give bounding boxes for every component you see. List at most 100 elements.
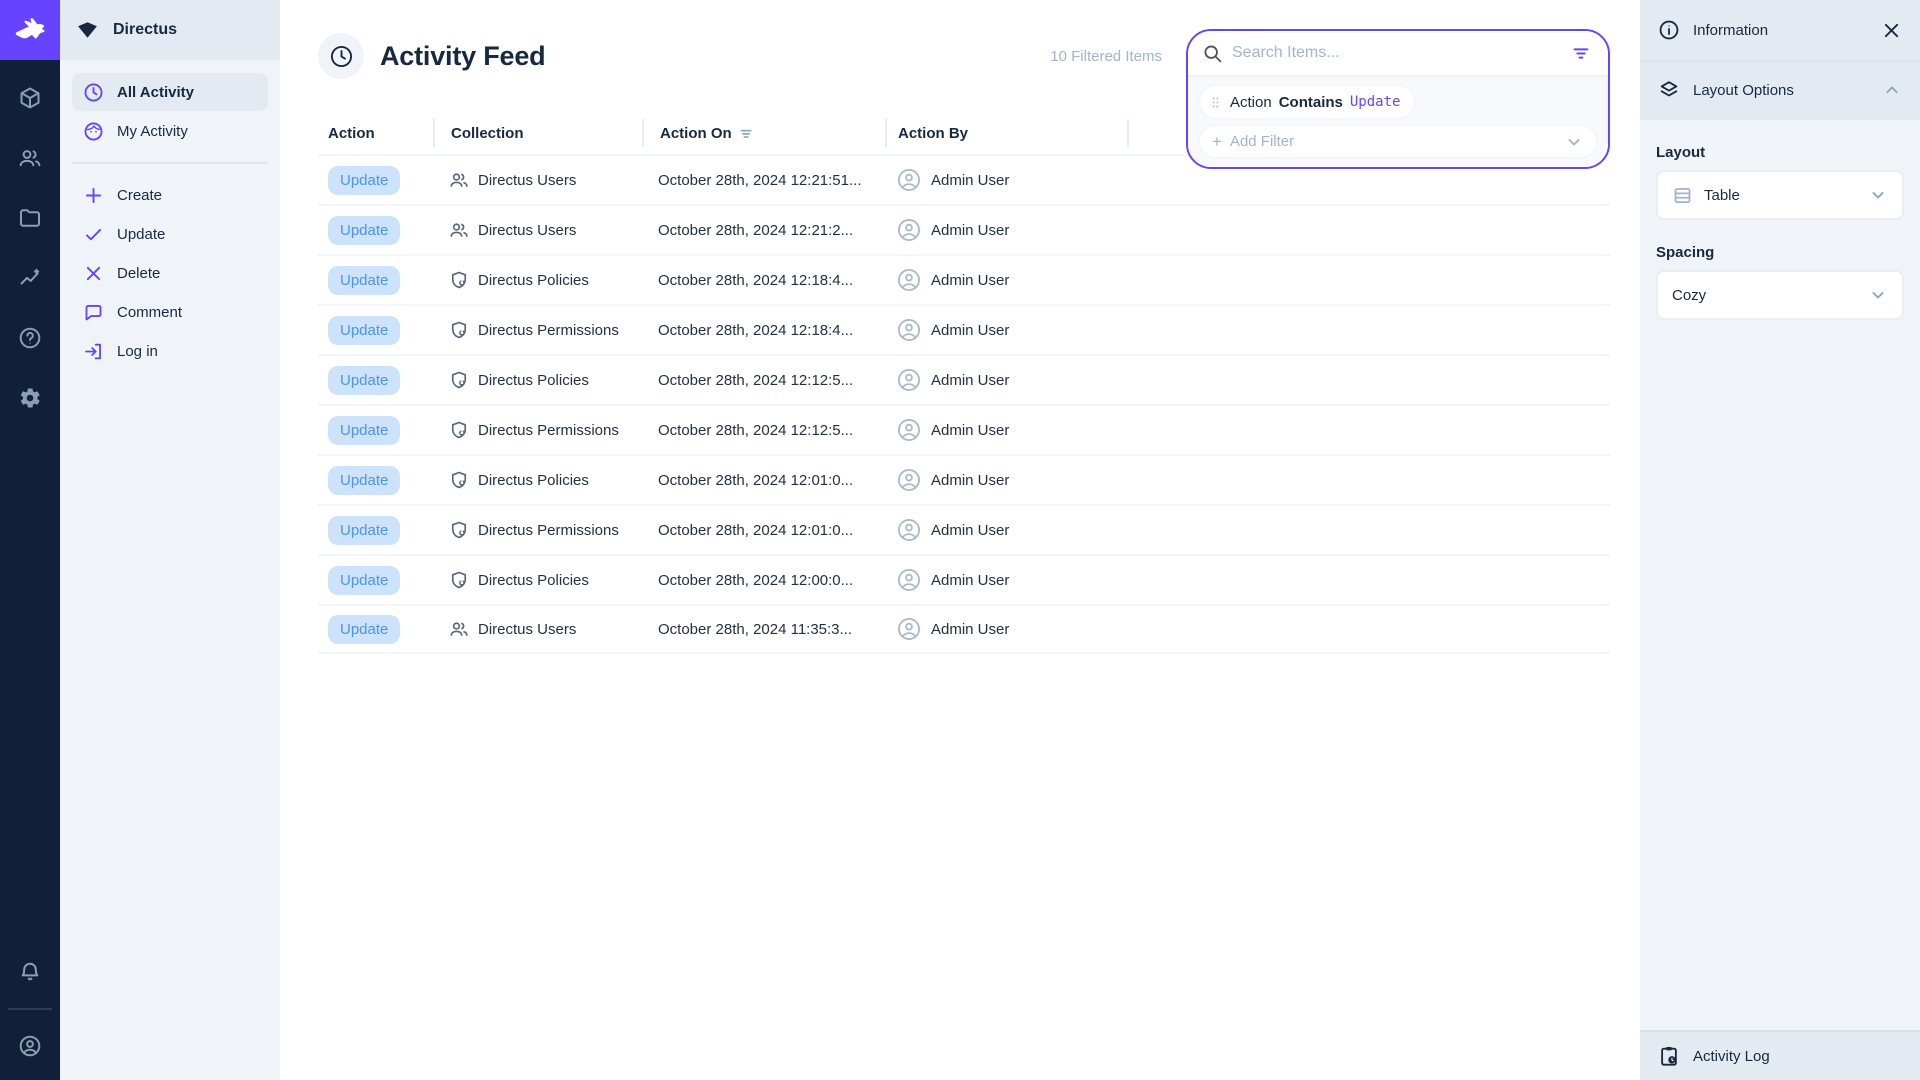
sidebar-item-label: Comment bbox=[117, 304, 182, 321]
table-row[interactable]: Update Directus Users October 28th, 2024… bbox=[318, 604, 1610, 654]
face-icon bbox=[83, 121, 104, 142]
user-circle-icon bbox=[18, 1034, 42, 1058]
layout-select[interactable]: Table bbox=[1656, 170, 1904, 220]
layout-options-label: Layout Options bbox=[1693, 82, 1794, 99]
action-on-cell: October 28th, 2024 12:18:4... bbox=[642, 272, 885, 289]
chevron-down-icon bbox=[1564, 132, 1584, 152]
search-bar bbox=[1188, 31, 1608, 75]
action-cell: Update bbox=[318, 516, 433, 545]
collection-policy-icon bbox=[449, 320, 469, 340]
close-icon[interactable] bbox=[1881, 20, 1902, 41]
action-cell: Update bbox=[318, 466, 433, 495]
action-badge: Update bbox=[328, 266, 400, 295]
collection-cell: Directus Policies bbox=[433, 470, 642, 490]
action-cell: Update bbox=[318, 216, 433, 245]
content-module-button[interactable] bbox=[0, 68, 60, 128]
action-cell: Update bbox=[318, 366, 433, 395]
layout-options-header[interactable]: Layout Options bbox=[1640, 60, 1920, 120]
filter-field: Action bbox=[1230, 94, 1272, 111]
search-input[interactable] bbox=[1232, 44, 1561, 62]
action-by-cell: Admin User bbox=[885, 616, 1127, 642]
sidebar-item-label: My Activity bbox=[117, 123, 188, 140]
collection-policy-icon bbox=[449, 470, 469, 490]
column-header-action-on[interactable]: Action On bbox=[642, 119, 885, 147]
collection-policy-icon bbox=[449, 270, 469, 290]
action-by-name: Admin User bbox=[931, 272, 1009, 289]
table-row[interactable]: Update Directus Policies October 28th, 2… bbox=[318, 254, 1610, 304]
information-label: Information bbox=[1693, 22, 1768, 39]
help-module-button[interactable] bbox=[0, 308, 60, 368]
collection-name: Directus Policies bbox=[478, 472, 589, 489]
sidebar-item-label: All Activity bbox=[117, 84, 194, 101]
column-header-action[interactable]: Action bbox=[318, 119, 433, 147]
column-header-action-by[interactable]: Action By bbox=[885, 119, 1127, 147]
collection-name: Directus Permissions bbox=[478, 322, 619, 339]
filter-operator: Contains bbox=[1279, 94, 1343, 111]
sidebar-item-login[interactable]: Log in bbox=[72, 332, 268, 370]
collection-policy-icon bbox=[449, 570, 469, 590]
action-cell: Update bbox=[318, 566, 433, 595]
filter-value: Update bbox=[1350, 94, 1401, 110]
action-badge: Update bbox=[328, 216, 400, 245]
settings-module-button[interactable] bbox=[0, 368, 60, 428]
filter-area: Action Contains Update + Add Filter bbox=[1188, 75, 1608, 167]
sidebar-item-all-activity[interactable]: All Activity bbox=[72, 73, 268, 111]
action-cell: Update bbox=[318, 416, 433, 445]
user-avatar-button[interactable] bbox=[0, 1016, 60, 1076]
table-row[interactable]: Update Directus Permissions October 28th… bbox=[318, 404, 1610, 454]
action-by-cell: Admin User bbox=[885, 467, 1127, 493]
action-on-cell: October 28th, 2024 12:12:5... bbox=[642, 372, 885, 389]
information-header[interactable]: Information bbox=[1640, 0, 1920, 60]
nav-items: All Activity My Activity Create Update D… bbox=[60, 60, 280, 383]
action-by-name: Admin User bbox=[931, 322, 1009, 339]
action-cell: Update bbox=[318, 166, 433, 195]
action-on-cell: October 28th, 2024 12:18:4... bbox=[642, 322, 885, 339]
project-switcher[interactable]: Directus bbox=[60, 0, 280, 60]
notifications-button[interactable] bbox=[0, 942, 60, 1002]
table-row[interactable]: Update Directus Permissions October 28th… bbox=[318, 504, 1610, 554]
collection-name: Directus Users bbox=[478, 621, 576, 638]
close-icon bbox=[83, 263, 104, 284]
collection-users-icon bbox=[449, 220, 469, 240]
sidebar-item-update[interactable]: Update bbox=[72, 215, 268, 253]
filter-chip[interactable]: Action Contains Update bbox=[1200, 86, 1414, 118]
action-on-cell: October 28th, 2024 12:01:0... bbox=[642, 472, 885, 489]
chevron-down-icon bbox=[1868, 285, 1888, 305]
sidebar-item-comment[interactable]: Comment bbox=[72, 293, 268, 331]
sidebar-item-my-activity[interactable]: My Activity bbox=[72, 112, 268, 150]
table-body: Update Directus Users October 28th, 2024… bbox=[318, 154, 1610, 654]
spacing-field-label: Spacing bbox=[1656, 244, 1904, 261]
column-header-collection[interactable]: Collection bbox=[433, 119, 642, 147]
collection-users-icon bbox=[449, 619, 469, 639]
action-badge: Update bbox=[328, 366, 400, 395]
sidebar-item-create[interactable]: Create bbox=[72, 176, 268, 214]
filter-icon[interactable] bbox=[1570, 42, 1592, 64]
table-row[interactable]: Update Directus Permissions October 28th… bbox=[318, 304, 1610, 354]
collection-name: Directus Users bbox=[478, 172, 576, 189]
collection-policy-icon bbox=[449, 520, 469, 540]
page-title: Activity Feed bbox=[380, 41, 545, 72]
sort-icon bbox=[738, 125, 755, 142]
chevron-down-icon bbox=[1868, 185, 1888, 205]
table-row[interactable]: Update Directus Policies October 28th, 2… bbox=[318, 454, 1610, 504]
action-badge: Update bbox=[328, 566, 400, 595]
sidebar-item-delete[interactable]: Delete bbox=[72, 254, 268, 292]
directus-logo[interactable] bbox=[0, 0, 60, 60]
spacing-select[interactable]: Cozy bbox=[1656, 270, 1904, 320]
plus-icon: + bbox=[1212, 133, 1222, 150]
table-row[interactable]: Update Directus Users October 28th, 2024… bbox=[318, 204, 1610, 254]
files-module-button[interactable] bbox=[0, 188, 60, 248]
main-content: Activity Feed 10 Filtered Items Action C… bbox=[280, 0, 1640, 1080]
table-row[interactable]: Update Directus Policies October 28th, 2… bbox=[318, 354, 1610, 404]
insights-module-button[interactable] bbox=[0, 248, 60, 308]
activity-log-button[interactable]: Activity Log bbox=[1640, 1030, 1920, 1080]
action-badge: Update bbox=[328, 516, 400, 545]
table-row[interactable]: Update Directus Policies October 28th, 2… bbox=[318, 554, 1610, 604]
collection-policy-icon bbox=[449, 370, 469, 390]
collection-cell: Directus Users bbox=[433, 619, 642, 639]
project-name: Directus bbox=[113, 21, 177, 39]
action-by-cell: Admin User bbox=[885, 517, 1127, 543]
login-icon bbox=[83, 341, 104, 362]
add-filter-button[interactable]: + Add Filter bbox=[1200, 126, 1596, 157]
users-module-button[interactable] bbox=[0, 128, 60, 188]
